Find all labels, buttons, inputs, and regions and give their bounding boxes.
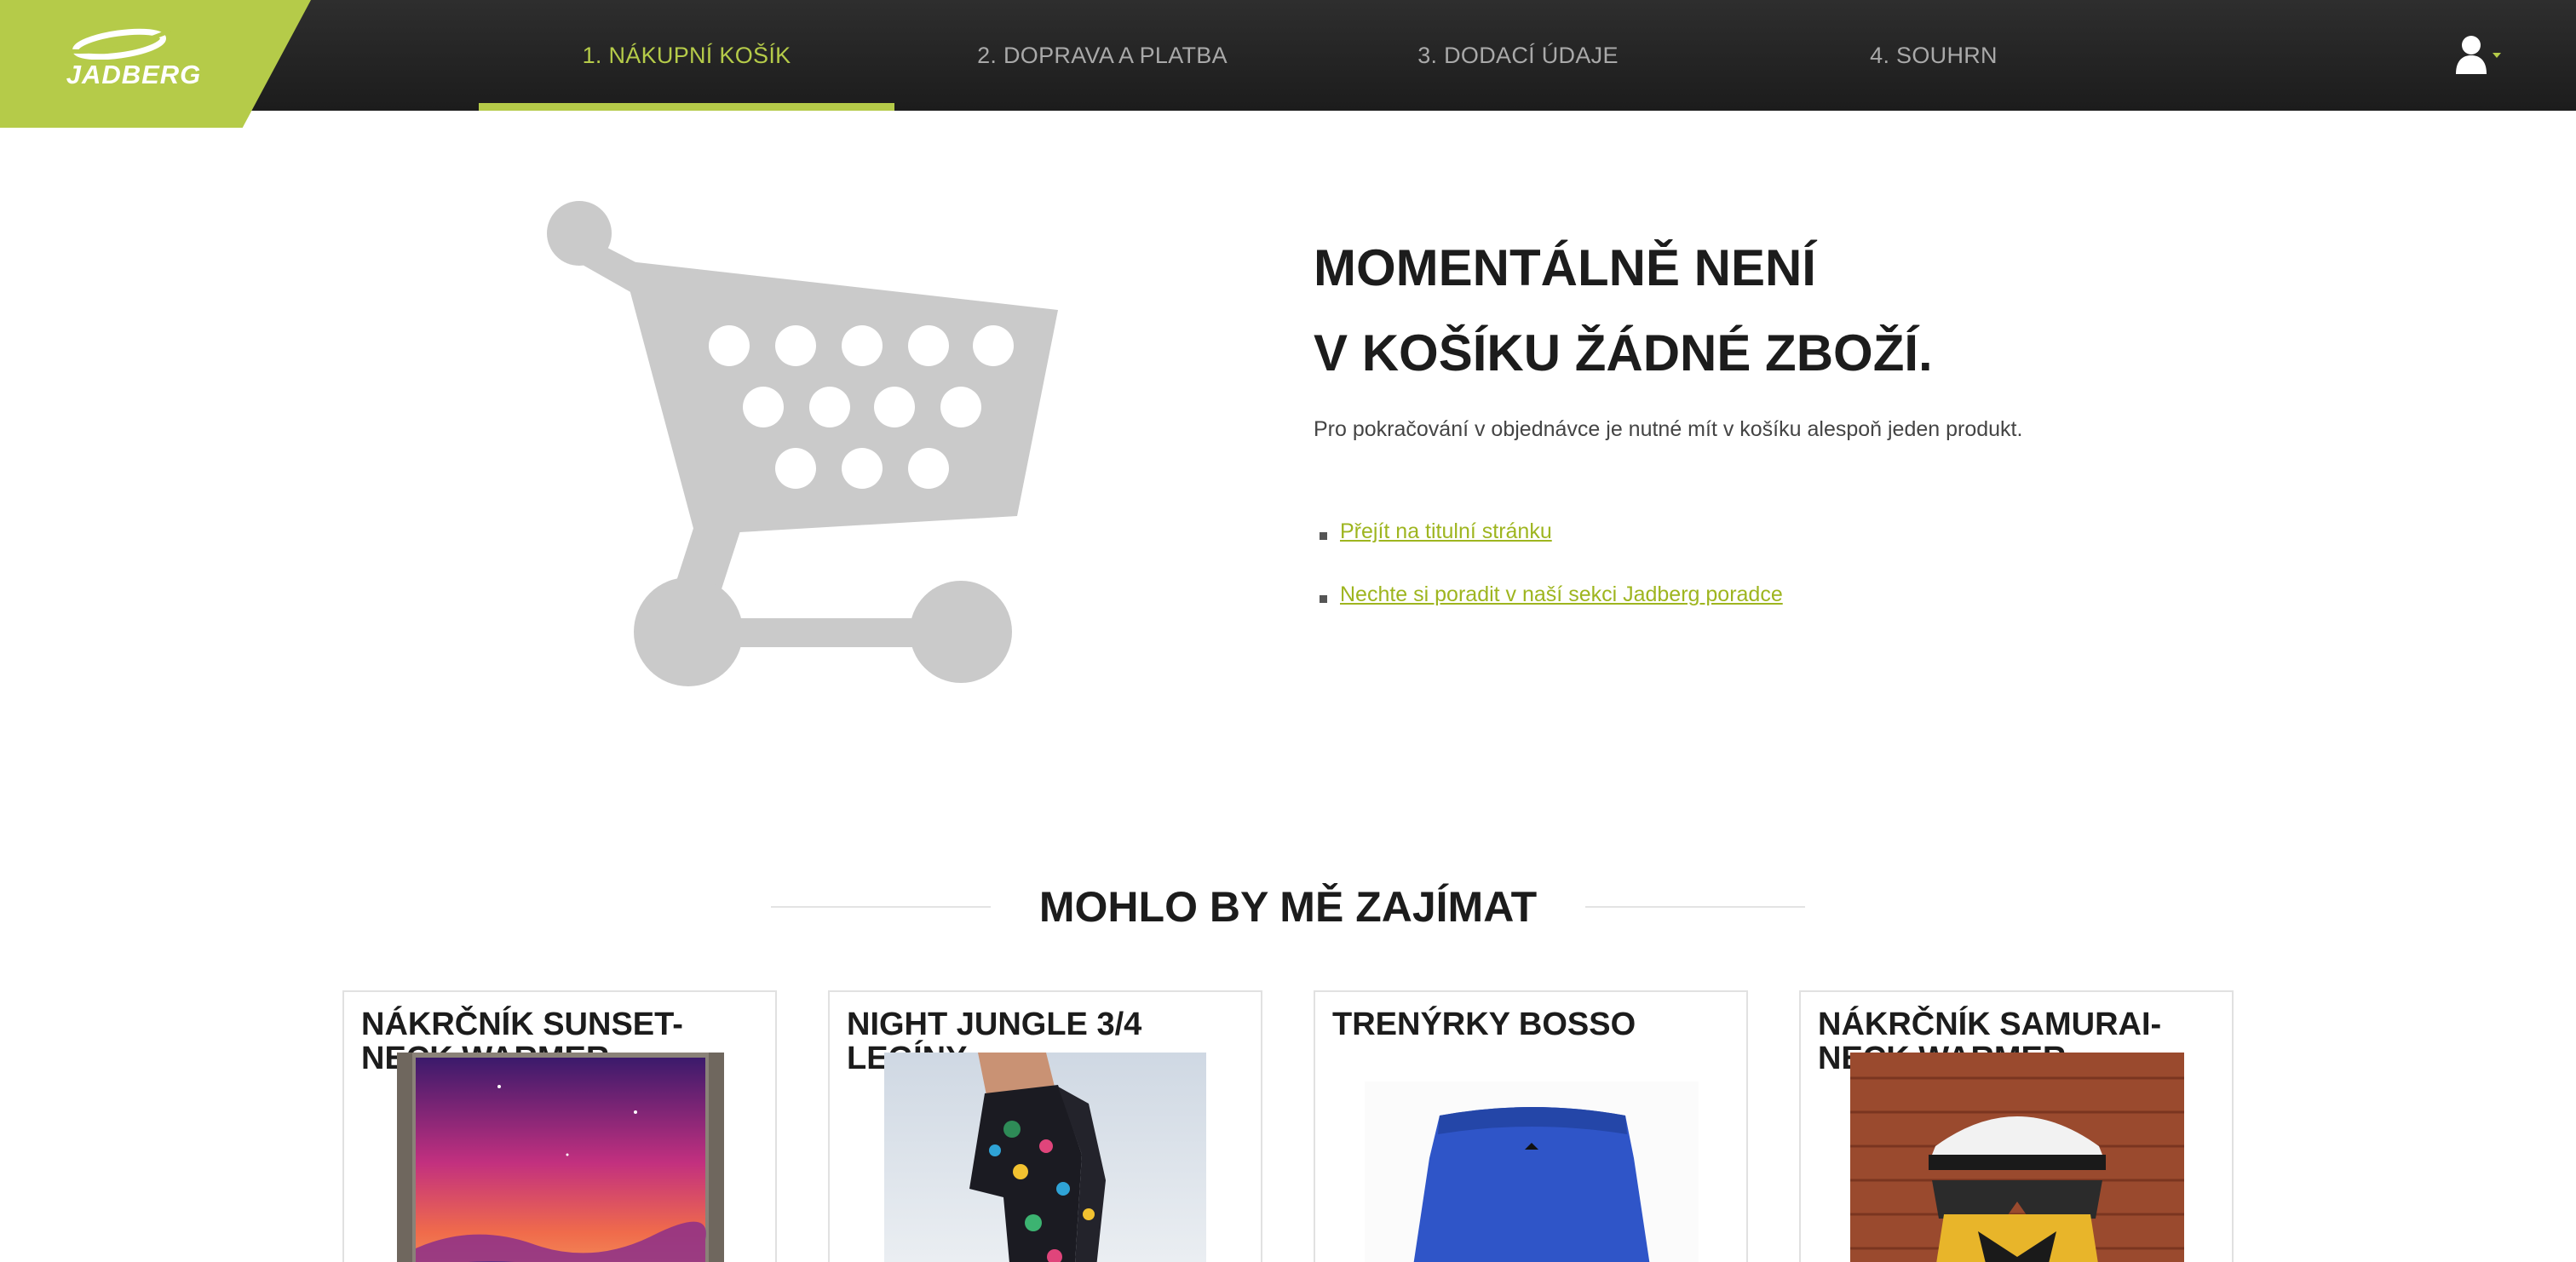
product-card-samurai-neck-warmer[interactable]: NÁKRČNÍK SAMURAI-NECK WARMER [1799, 990, 2234, 1262]
divider [771, 906, 991, 908]
user-menu-button[interactable] [2453, 34, 2504, 77]
checkout-header: 1. NÁKUPNÍ KOŠÍK 2. DOPRAVA A PLATBA 3. … [0, 0, 2576, 111]
step-summary[interactable]: 4. SOUHRN [1726, 0, 2142, 111]
product-card-sunset-neck-warmer[interactable]: NÁKRČNÍK SUNSET-NECK WARMER [342, 990, 777, 1262]
advisor-link[interactable]: Nechte si poradit v naší sekci Jadberg p… [1340, 582, 1783, 606]
samurai-neck-warmer-photo[interactable] [1850, 1053, 2184, 1262]
recommendations-title: MOHLO BY MĚ ZAJÍMAT [1038, 883, 1538, 931]
empty-cart-description: Pro pokračování v objednávce je nutné mí… [1314, 417, 2023, 441]
homepage-link[interactable]: Přejít na titulní stránku [1340, 519, 1552, 543]
list-item: Přejít na titulní stránku [1314, 519, 1783, 582]
step-cart[interactable]: 1. NÁKUPNÍ KOŠÍK [479, 0, 894, 111]
product-card-bosso-shorts[interactable]: TRENÝRKY BOSSO [1314, 990, 1748, 1262]
empty-cart-links: Přejít na titulní stránku Nechte si pora… [1314, 519, 1783, 645]
night-jungle-leggings-photo[interactable] [884, 1053, 1206, 1262]
empty-cart-title-line1: MOMENTÁLNĚ NENÍ [1314, 239, 1816, 296]
bosso-shorts-photo[interactable] [1365, 1081, 1699, 1262]
user-icon [2456, 36, 2501, 74]
divider [1585, 906, 1806, 908]
shopping-cart-icon [543, 201, 1063, 691]
checkout-steps: 1. NÁKUPNÍ KOŠÍK 2. DOPRAVA A PLATBA 3. … [479, 0, 2142, 111]
list-item: Nechte si poradit v naší sekci Jadberg p… [1314, 582, 1783, 645]
product-card-night-jungle-leggings[interactable]: NIGHT JUNGLE 3/4 LEGÍNY [828, 990, 1262, 1262]
step-delivery-details[interactable]: 3. DODACÍ ÚDAJE [1310, 0, 1726, 111]
recommendations-heading: MOHLO BY MĚ ZAJÍMAT [771, 881, 1806, 932]
product-title[interactable]: TRENÝRKY BOSSO [1332, 1007, 1733, 1041]
caret-down-icon [2493, 53, 2501, 58]
empty-cart-title-line2: V KOŠÍKU ŽÁDNÉ ZBOŽÍ. [1314, 324, 1933, 381]
sunset-neck-warmer-photo[interactable] [397, 1053, 724, 1262]
swoosh-icon [67, 28, 171, 60]
logo-wordmark: JADBERG [66, 60, 202, 89]
step-shipping-payment[interactable]: 2. DOPRAVA A PLATBA [894, 0, 1310, 111]
